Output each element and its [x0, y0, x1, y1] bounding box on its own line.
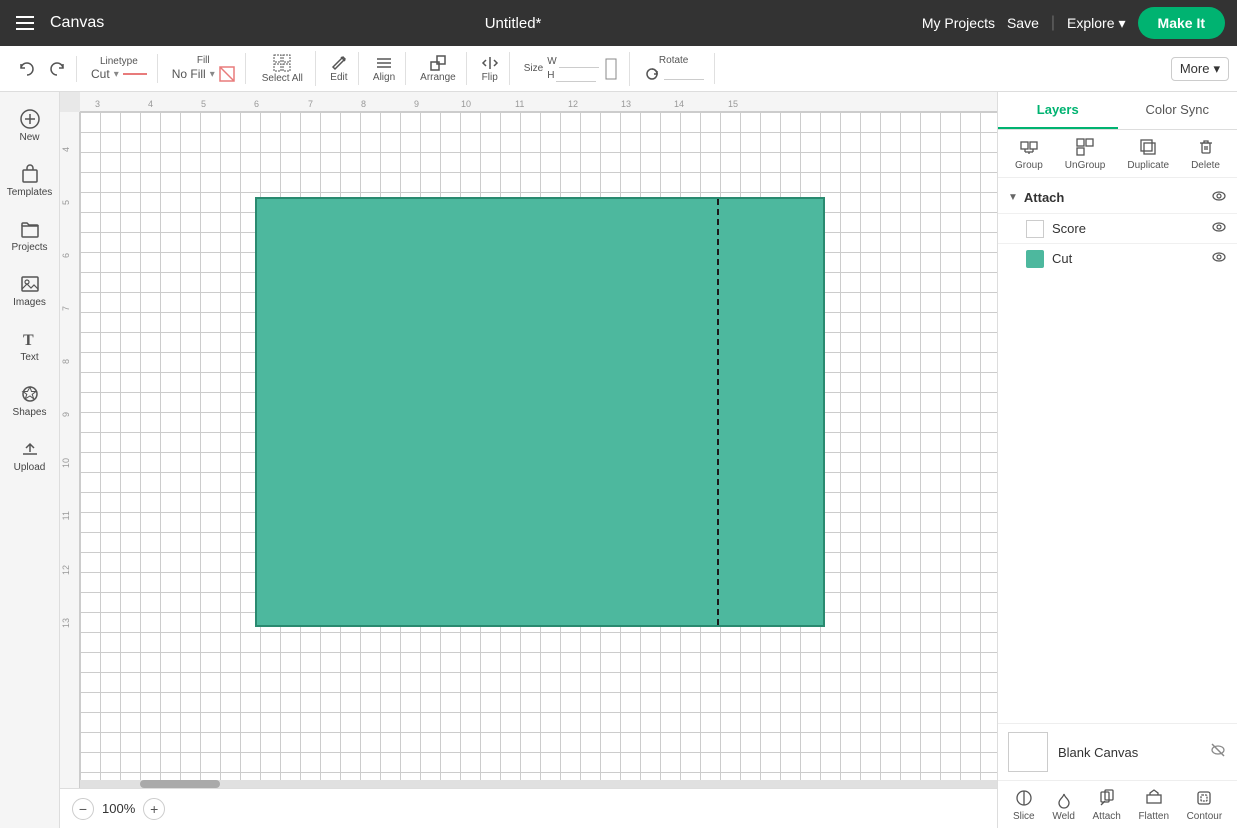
- zoom-bar: − 100% +: [60, 788, 997, 828]
- zoom-out-button[interactable]: −: [72, 798, 94, 820]
- layer-color-score: [1026, 220, 1044, 238]
- height-input[interactable]: [556, 70, 596, 82]
- chevron-down-icon: ▾: [1119, 15, 1126, 32]
- svg-text:T: T: [23, 332, 34, 349]
- ruler-top: 3 4 5 6 7 8 9 10 11 12 13 14 15: [80, 92, 997, 112]
- scroll-thumb-horizontal[interactable]: [140, 780, 220, 788]
- width-input[interactable]: [559, 56, 599, 68]
- sidebar-item-images[interactable]: Images: [0, 265, 59, 316]
- toolbar: Linetype Cut ▾ Fill No Fill ▾ Select All: [0, 46, 1237, 92]
- collapse-icon: ▼: [1008, 192, 1018, 203]
- arrange-group: Arrange: [410, 52, 467, 85]
- arrange-button[interactable]: Arrange: [416, 52, 460, 85]
- undo-button[interactable]: [14, 56, 40, 82]
- edit-button[interactable]: Edit: [326, 52, 352, 85]
- redo-button[interactable]: [44, 56, 70, 82]
- canvas-content[interactable]: [80, 112, 997, 788]
- teal-shape[interactable]: [255, 197, 825, 627]
- canvas-area[interactable]: 3 4 5 6 7 8 9 10 11 12 13 14 15 4 5 6 7: [60, 92, 997, 828]
- dashed-center-line: [717, 199, 719, 625]
- tab-layers[interactable]: Layers: [998, 92, 1118, 129]
- more-group: More ▾: [1171, 57, 1229, 81]
- chevron-down-icon: ▾: [1213, 61, 1220, 77]
- ungroup-tool[interactable]: UnGroup: [1065, 136, 1106, 171]
- blank-canvas-visibility-icon[interactable]: [1209, 741, 1227, 764]
- sidebar-item-templates[interactable]: Templates: [0, 155, 59, 206]
- ruler-left: 4 5 6 7 8 9 10 11 12 13: [60, 112, 80, 828]
- flip-group: Flip: [471, 52, 510, 85]
- rotate-control[interactable]: Rotate: [640, 53, 708, 84]
- duplicate-tool[interactable]: Duplicate: [1127, 136, 1169, 171]
- app-title: Canvas: [50, 14, 104, 32]
- blank-canvas-thumbnail: [1008, 732, 1048, 772]
- hamburger-menu[interactable]: [12, 12, 38, 34]
- blank-canvas-row: Blank Canvas: [998, 723, 1237, 780]
- size-controls: Size W H: [520, 52, 623, 86]
- flatten-tool[interactable]: Flatten: [1138, 787, 1169, 822]
- explore-button[interactable]: Explore ▾: [1067, 15, 1126, 32]
- page-title: Untitled*: [116, 15, 910, 32]
- main-layout: New Templates Projects Images T Text Sha…: [0, 92, 1237, 828]
- fill-selector[interactable]: Fill No Fill ▾: [168, 53, 239, 84]
- layer-section: ▼ Attach Score Cut: [998, 178, 1237, 277]
- weld-tool[interactable]: Weld: [1052, 787, 1075, 822]
- linetype-selector[interactable]: Linetype Cut ▾: [87, 54, 151, 83]
- layer-color-cut: [1026, 250, 1044, 268]
- sidebar-item-shapes[interactable]: Shapes: [0, 375, 59, 426]
- slice-tool[interactable]: Slice: [1013, 787, 1035, 822]
- group-tool[interactable]: Group: [1015, 136, 1043, 171]
- sidebar-item-projects[interactable]: Projects: [0, 210, 59, 261]
- layer-row-cut[interactable]: Cut: [998, 243, 1237, 273]
- size-group: Size W H: [514, 52, 630, 86]
- linetype-group: Linetype Cut ▾: [81, 54, 158, 83]
- rotate-group: Rotate: [634, 53, 715, 84]
- delete-tool[interactable]: Delete: [1191, 136, 1220, 171]
- select-all-button[interactable]: Select All: [256, 51, 309, 86]
- edit-group: Edit: [320, 52, 359, 85]
- rotate-input[interactable]: [664, 68, 704, 80]
- panel-toolbar: Group UnGroup Duplicate Delete: [998, 130, 1237, 178]
- panel-bottom-tools: Slice Weld Attach Flatten Contour: [998, 780, 1237, 828]
- sidebar-item-new[interactable]: New: [0, 100, 59, 151]
- fill-group: Fill No Fill ▾: [162, 53, 246, 84]
- attach-tool[interactable]: Attach: [1093, 787, 1121, 822]
- make-it-button[interactable]: Make It: [1138, 7, 1225, 39]
- layer-row-score[interactable]: Score: [998, 213, 1237, 243]
- left-sidebar: New Templates Projects Images T Text Sha…: [0, 92, 60, 828]
- layer-group-visibility[interactable]: [1211, 188, 1227, 207]
- layer-cut-visibility[interactable]: [1211, 249, 1227, 268]
- flip-button[interactable]: Flip: [477, 52, 503, 85]
- undo-redo-group: [8, 56, 77, 82]
- right-panel: Layers Color Sync Group UnGroup Duplicat…: [997, 92, 1237, 828]
- align-group: Align: [363, 52, 406, 85]
- more-button[interactable]: More ▾: [1171, 57, 1229, 81]
- select-all-group: Select All: [250, 51, 316, 86]
- sidebar-item-upload[interactable]: Upload: [0, 430, 59, 481]
- nav-right: My Projects Save | Explore ▾ Make It: [922, 7, 1225, 39]
- zoom-value: 100%: [102, 801, 135, 816]
- my-projects-button[interactable]: My Projects: [922, 15, 995, 31]
- layer-group-attach[interactable]: ▼ Attach: [998, 182, 1237, 213]
- zoom-in-button[interactable]: +: [143, 798, 165, 820]
- layer-score-visibility[interactable]: [1211, 219, 1227, 238]
- tab-color-sync[interactable]: Color Sync: [1118, 92, 1237, 129]
- sidebar-item-text[interactable]: T Text: [0, 320, 59, 371]
- scroll-bar-horizontal[interactable]: [80, 780, 997, 788]
- save-button[interactable]: Save: [1007, 15, 1039, 31]
- contour-tool[interactable]: Contour: [1187, 787, 1223, 822]
- panel-tabs: Layers Color Sync: [998, 92, 1237, 130]
- align-button[interactable]: Align: [369, 52, 399, 85]
- top-nav: Canvas Untitled* My Projects Save | Expl…: [0, 0, 1237, 46]
- grid-background: [80, 112, 997, 788]
